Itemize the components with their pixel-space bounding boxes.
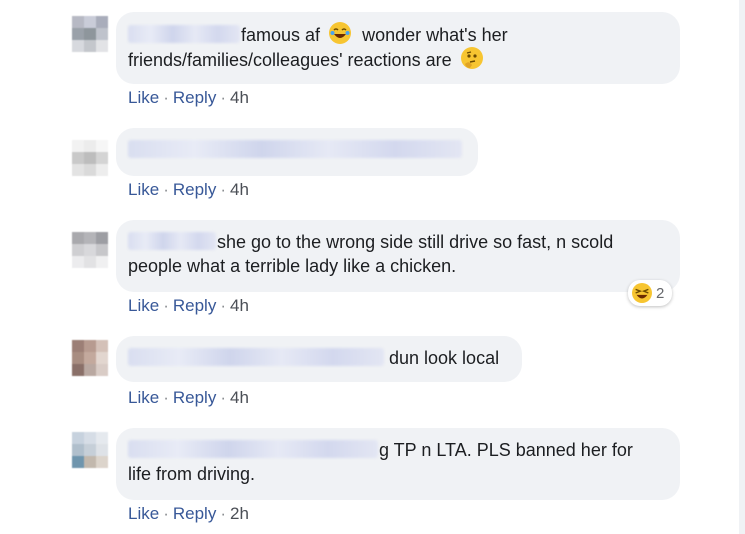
reaction-count: 2 (656, 284, 665, 302)
author-name-redacted[interactable] (128, 140, 462, 158)
comment-2: Like · Reply · 4h (72, 128, 737, 200)
like-link[interactable]: Like (128, 180, 159, 199)
separator: · (163, 296, 169, 315)
comment-text-line: dun look local (389, 348, 500, 368)
comment-actions: Like · Reply · 2h (128, 504, 249, 524)
like-link[interactable]: Like (128, 504, 159, 523)
timestamp[interactable]: 4h (230, 88, 249, 107)
thinking-face-icon (460, 47, 483, 69)
avatar[interactable] (72, 140, 108, 176)
separator: · (220, 88, 226, 107)
author-name-redacted[interactable] (128, 232, 216, 250)
reply-link[interactable]: Reply (173, 180, 216, 199)
comment-actions: Like · Reply · 4h (128, 180, 249, 200)
comment-text-part: famous af (241, 25, 321, 45)
reply-link[interactable]: Reply (173, 388, 216, 407)
timestamp[interactable]: 4h (230, 296, 249, 315)
separator: · (220, 180, 226, 199)
timestamp[interactable]: 4h (230, 388, 249, 407)
comment-1: famous af wonder what's her friends/fami… (72, 12, 737, 112)
comment-text-line: people what a terrible lady like a chick… (128, 256, 457, 276)
separator: · (163, 180, 169, 199)
comment-text-line: g TP n LTA. PLS banned her for (379, 440, 633, 460)
avatar[interactable] (72, 340, 108, 376)
reaction-summary[interactable]: 2 (628, 280, 673, 306)
comment-bubble: dun look local (116, 336, 522, 382)
separator: · (163, 388, 169, 407)
separator: · (220, 504, 226, 523)
like-link[interactable]: Like (128, 88, 159, 107)
comment-actions: Like · Reply · 4h (128, 296, 249, 316)
comment-actions: Like · Reply · 4h (128, 388, 249, 408)
laughing-tears-icon (329, 22, 352, 44)
avatar[interactable] (72, 432, 108, 468)
reply-link[interactable]: Reply (173, 504, 216, 523)
comment-text-line: life from driving. (128, 464, 256, 484)
comment-text-line: friends/families/colleagues' reactions a… (128, 50, 452, 70)
comment-actions: Like · Reply · 4h (128, 88, 249, 108)
comment-5: g TP n LTA. PLS banned her for life from… (72, 428, 737, 528)
comment-text-line: she go to the wrong side still drive so … (217, 232, 614, 252)
comment-bubble: she go to the wrong side still drive so … (116, 220, 680, 292)
laughing-face-icon (632, 283, 652, 303)
like-link[interactable]: Like (128, 388, 159, 407)
separator: · (163, 88, 169, 107)
author-name-redacted[interactable] (128, 440, 378, 458)
separator: · (220, 388, 226, 407)
comment-bubble (116, 128, 478, 176)
comment-bubble: famous af wonder what's her friends/fami… (116, 12, 680, 84)
avatar[interactable] (72, 232, 108, 268)
reply-link[interactable]: Reply (173, 296, 216, 315)
separator: · (220, 296, 226, 315)
comment-text-part: wonder what's her (362, 25, 508, 45)
separator: · (163, 504, 169, 523)
comment-bubble: g TP n LTA. PLS banned her for life from… (116, 428, 680, 500)
like-link[interactable]: Like (128, 296, 159, 315)
scrollbar-track[interactable] (739, 0, 745, 534)
author-name-redacted[interactable] (128, 25, 240, 43)
timestamp[interactable]: 2h (230, 504, 249, 523)
author-name-redacted[interactable] (128, 348, 384, 366)
avatar[interactable] (72, 16, 108, 52)
comment-3: she go to the wrong side still drive so … (72, 220, 737, 322)
timestamp[interactable]: 4h (230, 180, 249, 199)
comment-4: dun look local Like · Reply · 4h (72, 336, 737, 410)
reply-link[interactable]: Reply (173, 88, 216, 107)
